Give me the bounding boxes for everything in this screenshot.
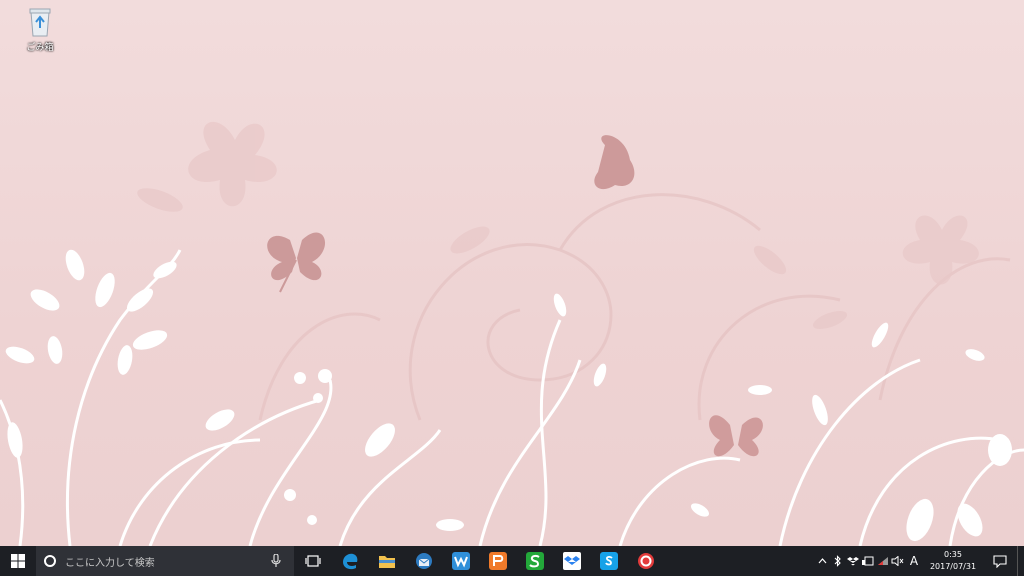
butterfly-3 — [709, 415, 763, 457]
wps-presentation-icon — [488, 552, 507, 570]
taskbar-wps-writer[interactable] — [442, 546, 479, 576]
clock-date: 2017/07/31 — [929, 562, 977, 571]
windows-logo-icon — [11, 554, 25, 568]
network-icon[interactable] — [875, 546, 890, 576]
task-view-button[interactable] — [294, 546, 331, 576]
thunderbird-icon — [415, 553, 432, 569]
red-circle-app-icon — [637, 553, 654, 569]
desktop-icon-recycle-bin[interactable]: ごみ箱 — [18, 6, 62, 58]
volume-muted-icon[interactable] — [890, 546, 905, 576]
butterfly-2 — [594, 135, 635, 190]
microphone-icon[interactable] — [266, 554, 286, 568]
action-center-icon — [993, 554, 1007, 568]
bluetooth-icon[interactable] — [830, 546, 845, 576]
search-placeholder: ここに入力して検索 — [65, 557, 155, 569]
search-box[interactable]: ここに入力して検索 — [36, 546, 294, 576]
taskbar-app-red[interactable] — [627, 546, 664, 576]
show-desktop-button[interactable] — [1017, 546, 1024, 576]
dropbox-tray-icon[interactable] — [845, 546, 860, 576]
dropbox-icon — [562, 552, 581, 570]
folder-icon — [378, 556, 395, 568]
taskbar-file-explorer[interactable] — [368, 546, 405, 576]
taskbar-edge[interactable] — [331, 546, 368, 576]
edge-icon — [342, 553, 357, 570]
ime-indicator[interactable]: A — [905, 554, 923, 568]
wps-writer-icon — [451, 552, 470, 570]
start-button[interactable] — [0, 546, 36, 576]
taskbar-skype[interactable] — [590, 546, 627, 576]
taskbar-dropbox[interactable] — [553, 546, 590, 576]
taskbar: ここに入力して検索 A 0:35 2017/07/31 — [0, 546, 1024, 576]
desktop-icon-label: ごみ箱 — [26, 43, 54, 53]
wps-spreadsheets-icon — [525, 552, 544, 570]
clock[interactable]: 0:35 2017/07/31 — [923, 549, 983, 573]
battery-icon[interactable] — [860, 546, 875, 576]
wallpaper — [0, 121, 1024, 546]
skype-icon — [599, 552, 618, 570]
taskbar-thunderbird[interactable] — [405, 546, 442, 576]
cortana-icon — [44, 555, 56, 567]
taskbar-wps-presentation[interactable] — [479, 546, 516, 576]
chevron-up-icon[interactable] — [815, 546, 830, 576]
clock-time: 0:35 — [944, 550, 962, 559]
recycle-bin-icon — [29, 8, 51, 37]
system-tray: A 0:35 2017/07/31 — [815, 546, 1024, 576]
task-view-icon — [304, 555, 321, 567]
action-center-button[interactable] — [983, 546, 1017, 576]
butterfly-1 — [267, 232, 326, 293]
taskbar-wps-spreadsheets[interactable] — [516, 546, 553, 576]
desktop[interactable]: ごみ箱 — [0, 0, 1024, 546]
